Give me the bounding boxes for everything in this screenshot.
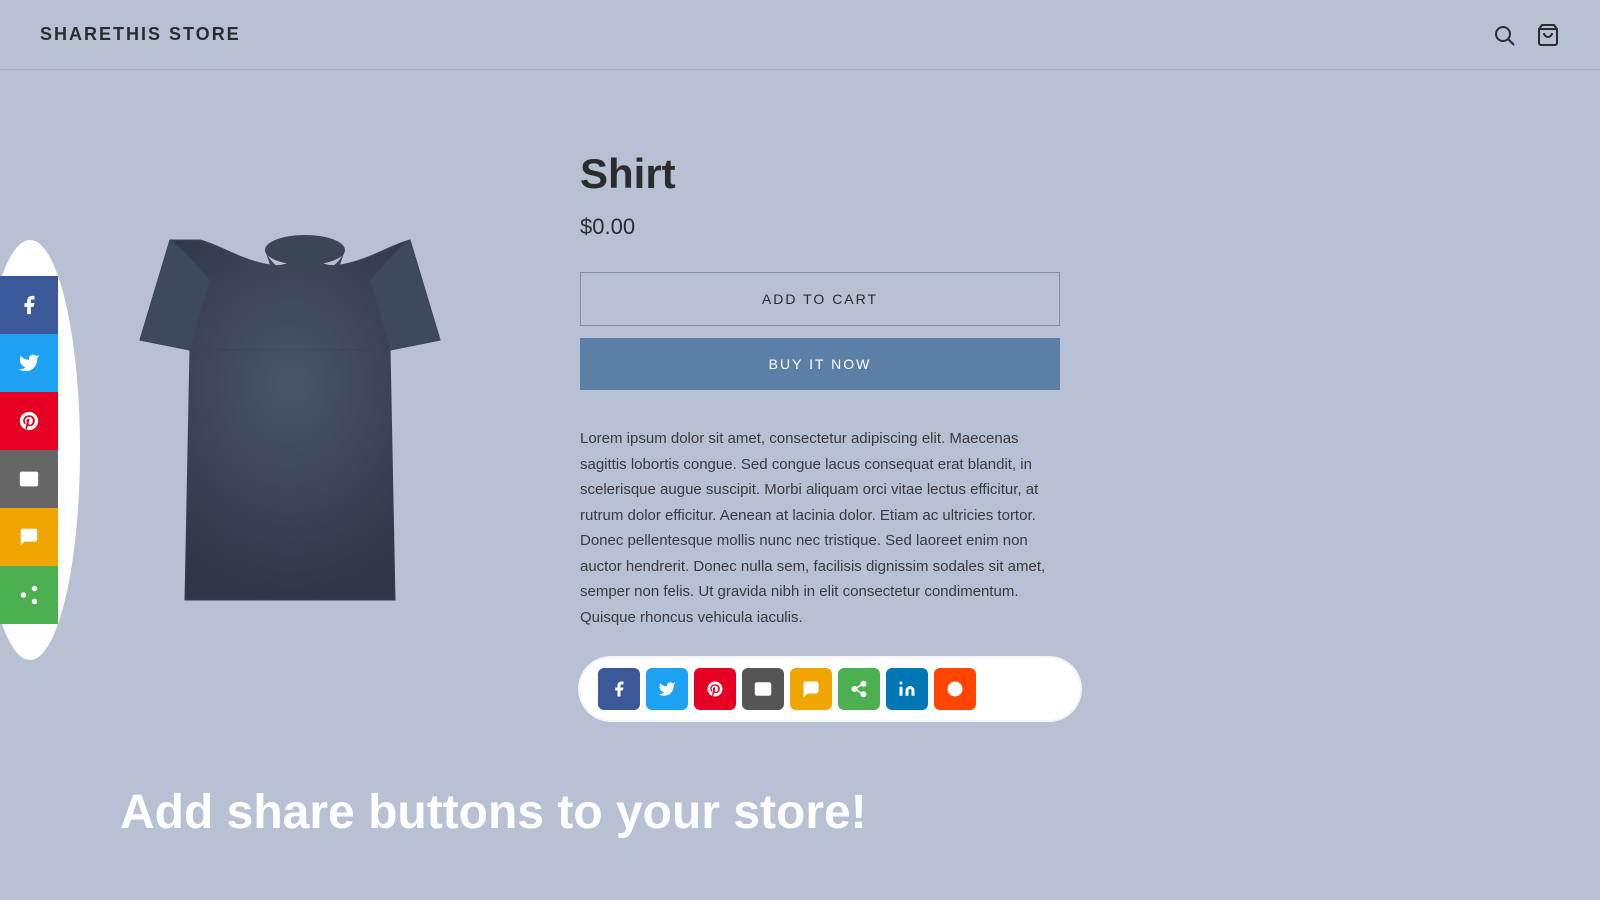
share-sms-button[interactable] bbox=[790, 668, 832, 710]
add-to-cart-button[interactable]: ADD TO CART bbox=[580, 272, 1060, 326]
product-image-container bbox=[80, 130, 500, 650]
sidebar-twitter-button[interactable] bbox=[0, 334, 58, 392]
share-pinterest-button[interactable] bbox=[694, 668, 736, 710]
sidebar-share bbox=[0, 276, 58, 624]
share-linkedin-button[interactable] bbox=[886, 668, 928, 710]
search-icon[interactable] bbox=[1492, 23, 1516, 47]
sidebar-sharethis-button[interactable] bbox=[0, 566, 58, 624]
main-content: Shirt $0.00 ADD TO CART BUY IT NOW Lorem… bbox=[0, 70, 1600, 780]
store-logo: SHARETHIS STORE bbox=[40, 24, 241, 45]
product-image bbox=[110, 150, 470, 630]
buy-now-button[interactable]: BUY IT NOW bbox=[580, 338, 1060, 390]
share-email-button[interactable] bbox=[742, 668, 784, 710]
product-info: Shirt $0.00 ADD TO CART BUY IT NOW Lorem… bbox=[580, 130, 1520, 720]
sidebar-pinterest-button[interactable] bbox=[0, 392, 58, 450]
bottom-cta-text: Add share buttons to your store! bbox=[120, 786, 867, 839]
header: SHARETHIS STORE bbox=[0, 0, 1600, 70]
share-reddit-button[interactable] bbox=[934, 668, 976, 710]
share-buttons-row bbox=[580, 658, 1080, 720]
share-twitter-button[interactable] bbox=[646, 668, 688, 710]
sidebar-email-button[interactable] bbox=[0, 450, 58, 508]
product-description: Lorem ipsum dolor sit amet, consectetur … bbox=[580, 426, 1060, 630]
cart-icon[interactable] bbox=[1536, 23, 1560, 47]
sidebar-facebook-button[interactable] bbox=[0, 276, 58, 334]
header-actions bbox=[1492, 23, 1560, 47]
product-price: $0.00 bbox=[580, 214, 1520, 240]
share-sharethis-button[interactable] bbox=[838, 668, 880, 710]
share-facebook-button[interactable] bbox=[598, 668, 640, 710]
bottom-cta: Add share buttons to your store! bbox=[120, 785, 867, 840]
sidebar-sms-button[interactable] bbox=[0, 508, 58, 566]
product-title: Shirt bbox=[580, 150, 1520, 198]
